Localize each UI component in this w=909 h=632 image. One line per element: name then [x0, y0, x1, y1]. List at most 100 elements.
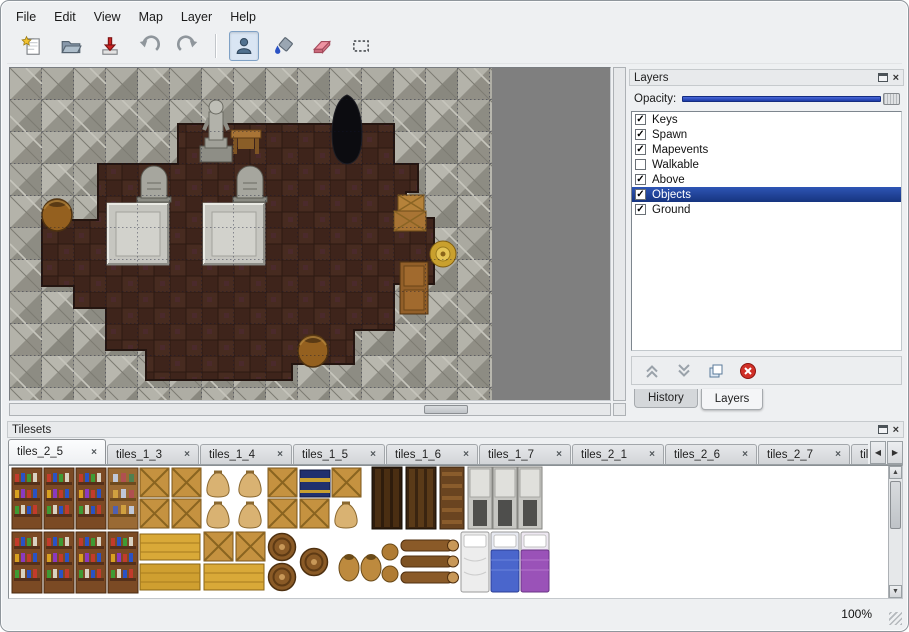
tileset-tab[interactable]: tiles_ × [851, 444, 868, 464]
layer-name: Objects [652, 189, 691, 201]
close-panel-icon[interactable]: × [893, 73, 899, 83]
dock-tab[interactable]: Layers [701, 389, 764, 410]
tab-close-icon[interactable]: × [835, 449, 841, 460]
layer-visibility-checkbox[interactable] [635, 204, 646, 215]
eraser-icon [311, 35, 333, 57]
layer-name: Spawn [652, 129, 687, 141]
menu-item[interactable]: File [7, 8, 45, 26]
scroll-up-button[interactable]: ▲ [889, 466, 902, 479]
tileset-tab-label: tiles_1_3 [116, 449, 162, 461]
map-horizontal-scrollbar[interactable] [9, 403, 611, 416]
close-panel-icon[interactable]: × [893, 425, 899, 435]
float-panel-icon[interactable] [878, 425, 888, 434]
tileset-tab-label: tiles_2_6 [674, 449, 720, 461]
paint-bucket-icon [272, 35, 294, 57]
tileset-tab-label: tiles_2_5 [17, 446, 63, 458]
tileset-tab[interactable]: tiles_1_3 × [107, 444, 199, 464]
lower-layer-button[interactable] [674, 361, 694, 381]
tab-close-icon[interactable]: × [277, 449, 283, 460]
tileset-image[interactable] [9, 466, 875, 596]
duplicate-layer-button[interactable] [706, 361, 726, 381]
tileset-tab[interactable]: tiles_1_7 × [479, 444, 571, 464]
layer-name: Walkable [652, 159, 699, 171]
dock-tab-label: Layers [715, 393, 750, 405]
layer-row[interactable]: Ground [632, 202, 901, 217]
layer-row[interactable]: Walkable [632, 157, 901, 172]
open-file-button[interactable] [56, 31, 86, 61]
undo-icon [138, 35, 160, 57]
tilesets-panel-titlebar: Tilesets × [7, 421, 904, 438]
tileset-tab[interactable]: tiles_2_5 × [8, 439, 106, 464]
map-hscroll-thumb[interactable] [424, 405, 468, 414]
layer-row[interactable]: Spawn [632, 127, 901, 142]
undo-button[interactable] [134, 31, 164, 61]
scrollbar-corner [613, 403, 626, 416]
menu-item[interactable]: Help [221, 8, 265, 26]
menu-item[interactable]: Edit [45, 8, 85, 26]
new-file-button[interactable] [17, 31, 47, 61]
map-render[interactable] [10, 68, 610, 400]
tileset-vertical-scrollbar[interactable]: ▲ ▼ [888, 466, 902, 598]
scroll-down-button[interactable]: ▼ [889, 585, 902, 598]
tileset-tab[interactable]: tiles_2_1 × [572, 444, 664, 464]
layer-name: Ground [652, 204, 690, 216]
layers-panel-title: Layers [634, 72, 669, 84]
rect-select-tool-button[interactable] [346, 31, 376, 61]
redo-icon [177, 35, 199, 57]
save-icon [99, 35, 121, 57]
float-panel-icon[interactable] [878, 73, 888, 82]
dock-tab[interactable]: History [634, 389, 698, 408]
layer-visibility-checkbox[interactable] [635, 159, 646, 170]
tileset-view[interactable]: ▲ ▼ [8, 465, 903, 599]
tileset-tab[interactable]: tiles_2_7 × [758, 444, 850, 464]
raise-layer-icon [643, 362, 661, 380]
tab-close-icon[interactable]: × [649, 449, 655, 460]
opacity-slider-handle[interactable] [883, 93, 900, 105]
layer-row[interactable]: Keys [632, 112, 901, 127]
tileset-tab[interactable]: tiles_1_6 × [386, 444, 478, 464]
tileset-tab-label: tiles_1_7 [488, 449, 534, 461]
map-vertical-scrollbar[interactable] [613, 67, 626, 401]
layer-visibility-checkbox[interactable] [635, 174, 646, 185]
menu-item[interactable]: Map [130, 8, 172, 26]
menu-item[interactable]: Layer [172, 8, 221, 26]
delete-layer-button[interactable] [738, 361, 758, 381]
opacity-slider-fill [682, 96, 881, 102]
tab-close-icon[interactable]: × [184, 449, 190, 460]
layer-visibility-checkbox[interactable] [635, 189, 646, 200]
layer-visibility-checkbox[interactable] [635, 129, 646, 140]
redo-button[interactable] [173, 31, 203, 61]
tab-scroll-right-button[interactable]: ▶ [887, 441, 903, 464]
save-file-button[interactable] [95, 31, 125, 61]
tab-close-icon[interactable]: × [556, 449, 562, 460]
menu-item[interactable]: View [85, 8, 130, 26]
tab-close-icon[interactable]: × [742, 449, 748, 460]
tab-close-icon[interactable]: × [463, 449, 469, 460]
tileset-tab-label: tiles_2_7 [767, 449, 813, 461]
raise-layer-button[interactable] [642, 361, 662, 381]
tileset-tab-label: tiles_1_4 [209, 449, 255, 461]
map-canvas[interactable] [9, 67, 611, 401]
map-editor-window: File Edit View Map Layer Help [0, 0, 909, 632]
open-folder-icon [60, 35, 82, 57]
tileset-tab-label: tiles_2_1 [581, 449, 627, 461]
tileset-tab[interactable]: tiles_1_5 × [293, 444, 385, 464]
resize-grip[interactable] [889, 612, 902, 625]
opacity-slider[interactable] [682, 92, 900, 106]
layer-visibility-checkbox[interactable] [635, 144, 646, 155]
layer-row[interactable]: Mapevents [632, 142, 901, 157]
stamp-tool-button[interactable] [229, 31, 259, 61]
arrow-up-icon: ▲ [892, 469, 899, 476]
tileset-tab[interactable]: tiles_1_4 × [200, 444, 292, 464]
layer-row[interactable]: Above [632, 172, 901, 187]
fill-tool-button[interactable] [268, 31, 298, 61]
eraser-tool-button[interactable] [307, 31, 337, 61]
tab-scroll-left-button[interactable]: ◀ [870, 441, 886, 464]
tab-close-icon[interactable]: × [91, 447, 97, 458]
layer-visibility-checkbox[interactable] [635, 114, 646, 125]
tileset-vscroll-thumb[interactable] [890, 481, 901, 529]
layer-row[interactable]: Objects [632, 187, 901, 202]
layer-list: Keys Spawn Mapevents Walkable [631, 111, 902, 351]
tab-close-icon[interactable]: × [370, 449, 376, 460]
tileset-tab[interactable]: tiles_2_6 × [665, 444, 757, 464]
